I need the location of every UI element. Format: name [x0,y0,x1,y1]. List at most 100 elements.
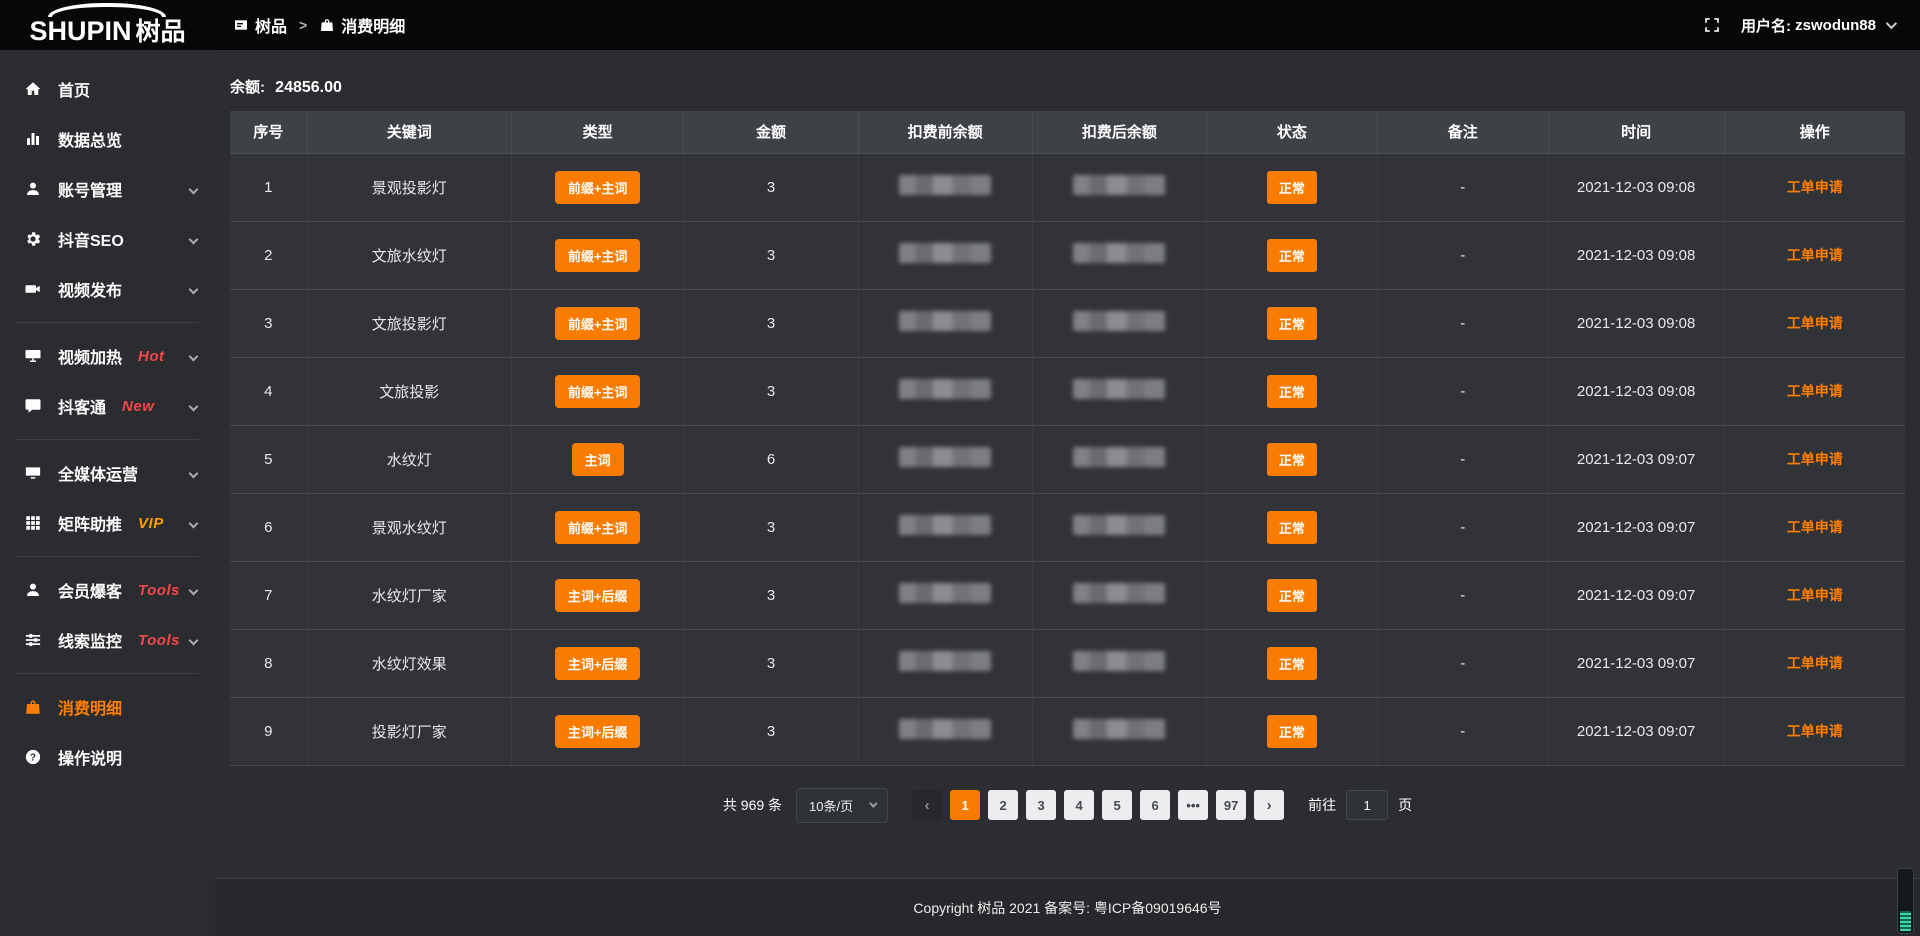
sidebar-item-badge: Tools [138,582,180,599]
logo-text: SHUPIN树品 [29,12,185,48]
chevron-down-icon [869,799,877,807]
sidebar-item-video-pub[interactable]: 视频发布 [0,264,215,314]
sidebar-item-account[interactable]: 账号管理 [0,164,215,214]
cell-keyword: 文旅水纹灯 [307,221,511,289]
redacted-balance [899,243,991,263]
monitor-icon [24,463,44,483]
table-row: 7水纹灯厂家主词+后缀3正常-2021-12-03 09:07工单申请 [230,561,1905,629]
sidebar-item-label: 操作说明 [58,745,122,769]
page-list: ‹ 123456 ••• 97 › [912,790,1284,820]
table-row: 8水纹灯效果主词+后缀3正常-2021-12-03 09:07工单申请 [230,629,1905,697]
status-badge: 正常 [1267,171,1317,204]
next-page-button[interactable]: › [1254,790,1284,820]
work-order-link[interactable]: 工单申请 [1787,383,1843,399]
sidebar-item-member[interactable]: 会员爆客Tools [0,565,215,615]
goto-page-input[interactable] [1346,790,1388,820]
cell-remark: - [1377,425,1548,493]
cell-status: 正常 [1206,221,1377,289]
type-tag: 前缀+主词 [555,307,641,340]
cell-keyword: 文旅投影灯 [307,289,511,357]
cell-index: 4 [230,357,307,425]
logo-cn: 树品 [136,18,186,46]
sidebar-item-label: 视频加热 [58,344,122,368]
work-order-link[interactable]: 工单申请 [1787,247,1843,263]
table-row: 1景观投影灯前缀+主词3正常-2021-12-03 09:08工单申请 [230,153,1905,221]
type-tag: 前缀+主词 [555,511,641,544]
cell-status: 正常 [1206,153,1377,221]
prev-page-button[interactable]: ‹ [912,790,942,820]
sidebar-divider [16,322,199,323]
cell-amount: 3 [684,357,858,425]
type-tag: 主词+后缀 [555,647,641,680]
page-button-5[interactable]: 5 [1102,790,1132,820]
work-order-link[interactable]: 工单申请 [1787,179,1843,195]
cell-balance-before [858,493,1032,561]
cell-index: 2 [230,221,307,289]
cell-index: 8 [230,629,307,697]
sidebar-item-help[interactable]: ?操作说明 [0,732,215,782]
cell-balance-before [858,561,1032,629]
sidebar-item-data[interactable]: 数据总览 [0,114,215,164]
chat-icon [24,396,44,416]
cell-time: 2021-12-03 09:07 [1548,493,1724,561]
work-order-link[interactable]: 工单申请 [1787,451,1843,467]
page-button-6[interactable]: 6 [1140,790,1170,820]
redacted-balance [1073,447,1165,467]
cell-remark: - [1377,493,1548,561]
sidebar-item-label: 抖音SEO [58,227,124,251]
work-order-link[interactable]: 工单申请 [1787,519,1843,535]
goto-label: 前往 [1308,795,1336,815]
page-button-2[interactable]: 2 [988,790,1018,820]
work-order-link[interactable]: 工单申请 [1787,315,1843,331]
cell-action: 工单申请 [1724,425,1905,493]
username-label: 用户名: [1741,15,1791,36]
page-size-select[interactable]: 10条/页 [796,788,888,823]
sidebar-item-douyin-seo[interactable]: 抖音SEO [0,214,215,264]
logo: SHUPIN树品 [0,0,215,50]
work-order-link[interactable]: 工单申请 [1787,587,1843,603]
cell-remark: - [1377,357,1548,425]
cell-status: 正常 [1206,425,1377,493]
cell-balance-before [858,153,1032,221]
sidebar-item-leads[interactable]: 线索监控Tools [0,615,215,665]
cell-balance-before [858,425,1032,493]
sidebar-item-video-heat[interactable]: 视频加热 Hot [0,331,215,381]
sidebar-divider [16,673,199,674]
page-button-97[interactable]: 97 [1216,790,1246,820]
sidebar-item-expense[interactable]: 消费明细 [0,682,215,732]
redacted-balance [899,651,991,671]
table-row: 9投影灯厂家主词+后缀3正常-2021-12-03 09:07工单申请 [230,697,1905,765]
pagination: 共 969 条 10条/页 ‹ 123456•••97› 前往 页 [230,788,1905,823]
scroll-indicator-thumb [1900,911,1911,931]
work-order-link[interactable]: 工单申请 [1787,655,1843,671]
scroll-indicator[interactable] [1897,868,1914,934]
sidebar-item-douketong[interactable]: 抖客通New [0,381,215,431]
cell-index: 5 [230,425,307,493]
cell-status: 正常 [1206,493,1377,561]
sidebar-item-label: 矩阵助推 [58,511,122,535]
topbar-right: 用户名: zswodun88 [1703,15,1920,36]
fullscreen-icon[interactable] [1703,16,1721,34]
redacted-balance [899,175,991,195]
page-button-1[interactable]: 1 [950,790,980,820]
type-tag: 主词 [572,443,624,476]
work-order-link[interactable]: 工单申请 [1787,723,1843,739]
redacted-balance [899,311,991,331]
type-tag: 前缀+主词 [555,239,641,272]
column-header: 操作 [1724,111,1905,153]
status-badge: 正常 [1267,511,1317,544]
breadcrumb-item-root[interactable]: 树品 [255,13,287,37]
main-area: 余额: 24856.00 序号关键词类型金额扣费前余额扣费后余额状态备注时间操作… [215,50,1920,936]
sidebar-item-media-ops[interactable]: 全媒体运营 [0,448,215,498]
page-button-3[interactable]: 3 [1026,790,1056,820]
sidebar-item-matrix[interactable]: 矩阵助推VIP [0,498,215,548]
sidebar-item-home[interactable]: 首页 [0,64,215,114]
table-row: 4文旅投影前缀+主词3正常-2021-12-03 09:08工单申请 [230,357,1905,425]
page-button-4[interactable]: 4 [1064,790,1094,820]
cell-amount: 3 [684,221,858,289]
cell-type: 前缀+主词 [511,493,684,561]
content: 余额: 24856.00 序号关键词类型金额扣费前余额扣费后余额状态备注时间操作… [215,50,1920,878]
sidebar-item-badge: Hot [138,348,165,365]
page-more-button[interactable]: ••• [1178,790,1208,820]
user-menu[interactable]: 用户名: zswodun88 [1741,15,1894,36]
